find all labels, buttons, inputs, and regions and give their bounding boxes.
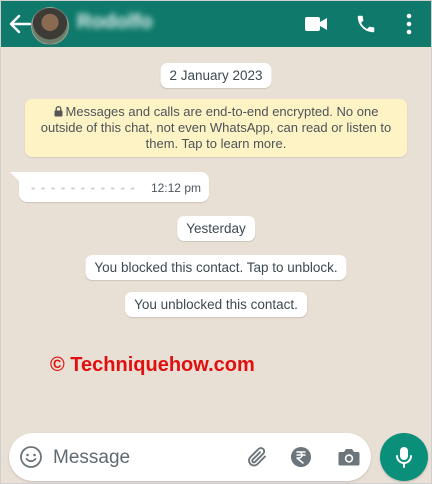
encryption-notice[interactable]: Messages and calls are end-to-end encryp… [25,99,407,157]
unblocked-system-message: You unblocked this contact. [125,292,307,317]
message-input[interactable] [51,444,235,472]
paperclip-icon[interactable] [245,445,269,469]
back-arrow-icon[interactable] [9,14,31,34]
message-time: 12:12 pm [150,181,201,195]
chat-window: Rodolfo 2 January 2023 Messages and call… [0,0,432,484]
yesterday-pill: Yesterday [177,216,255,241]
voice-record-button[interactable] [380,433,428,481]
message-text: - - - - - - - - - - - [31,180,136,195]
date-pill: 2 January 2023 [160,63,272,88]
incoming-message[interactable]: - - - - - - - - - - - 12:12 pm [10,172,209,202]
chat-area: 2 January 2023 Messages and calls are en… [1,47,431,483]
video-call-icon[interactable] [304,14,328,34]
message-composer [9,433,371,481]
avatar[interactable] [31,7,69,45]
encryption-notice-text: Messages and calls are end-to-end encryp… [40,104,392,151]
rupee-payment-icon[interactable] [290,446,312,468]
chat-header: Rodolfo [1,1,431,47]
microphone-icon [396,447,412,468]
more-options-icon[interactable] [405,13,413,35]
camera-icon[interactable] [337,446,361,468]
watermark: © Techniquehow.com [50,354,255,376]
blocked-system-message[interactable]: You blocked this contact. Tap to unblock… [85,255,347,280]
emoji-icon[interactable] [19,445,43,469]
contact-name[interactable]: Rodolfo [77,11,153,34]
phone-call-icon[interactable] [355,13,377,35]
lock-icon [54,106,63,117]
